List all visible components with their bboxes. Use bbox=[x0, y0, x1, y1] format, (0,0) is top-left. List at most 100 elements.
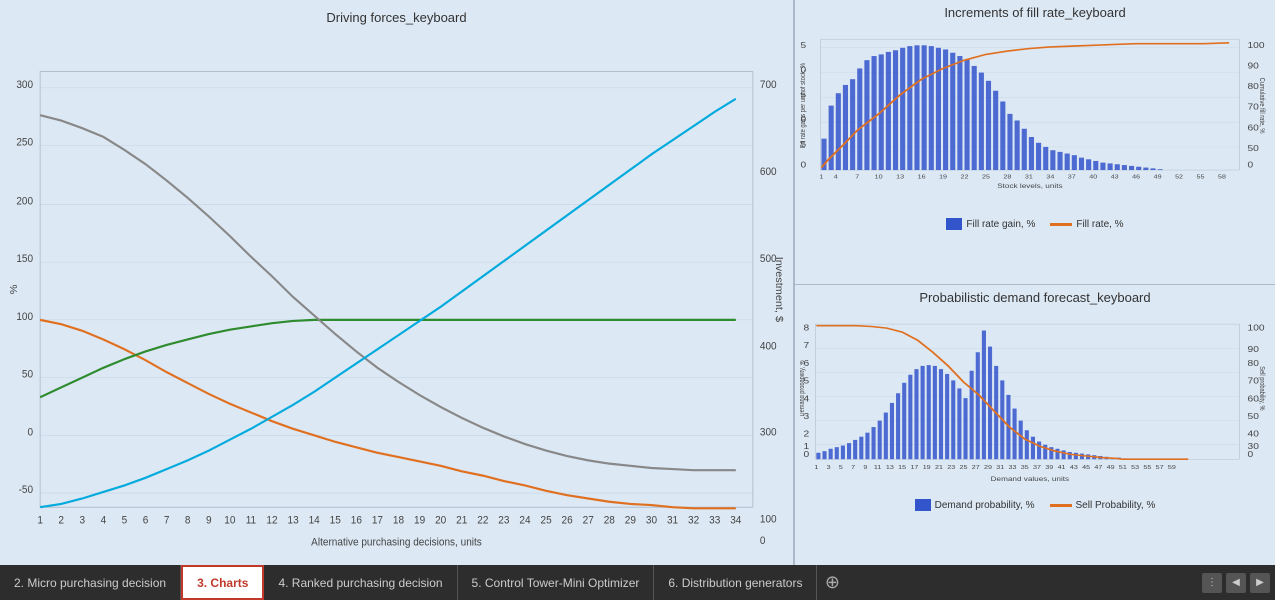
svg-text:0: 0 bbox=[28, 427, 34, 438]
svg-text:7: 7 bbox=[164, 515, 170, 526]
svg-text:50: 50 bbox=[1248, 412, 1259, 421]
tab-charts[interactable]: 3. Charts bbox=[181, 565, 264, 600]
svg-text:Demand values, units: Demand values, units bbox=[991, 475, 1070, 483]
svg-text:33: 33 bbox=[709, 515, 720, 526]
svg-text:5: 5 bbox=[122, 515, 128, 526]
svg-text:2: 2 bbox=[804, 430, 810, 439]
right-bottom-legend: Demand probability, % Sell Probability, … bbox=[800, 499, 1270, 511]
svg-text:31: 31 bbox=[667, 515, 678, 526]
right-top-title: Increments of fill rate_keyboard bbox=[800, 5, 1270, 20]
svg-text:25: 25 bbox=[960, 464, 968, 470]
svg-text:0: 0 bbox=[804, 450, 810, 459]
svg-text:34: 34 bbox=[1046, 174, 1054, 180]
svg-text:23: 23 bbox=[947, 464, 955, 470]
taskbar-next-button[interactable]: ▶ bbox=[1250, 573, 1270, 593]
svg-text:90: 90 bbox=[1248, 345, 1259, 354]
svg-text:16: 16 bbox=[351, 515, 362, 526]
svg-text:37: 37 bbox=[1068, 174, 1076, 180]
svg-text:26: 26 bbox=[562, 515, 573, 526]
svg-text:34: 34 bbox=[730, 515, 741, 526]
svg-text:70: 70 bbox=[1248, 377, 1259, 386]
svg-text:31: 31 bbox=[1025, 174, 1033, 180]
svg-text:2.5: 2.5 bbox=[800, 41, 806, 50]
right-top-legend: Fill rate gain, % Fill rate, % bbox=[800, 218, 1270, 230]
fill-rate-chart: 2.5 2.0 1.5 1.0 0.5 0.0 Fill rate gains … bbox=[800, 23, 1270, 213]
svg-text:1: 1 bbox=[819, 174, 823, 180]
svg-text:12: 12 bbox=[266, 515, 277, 526]
legend-label-fill-rate-cum: Fill rate, % bbox=[1076, 219, 1123, 230]
svg-text:45: 45 bbox=[1082, 464, 1090, 470]
svg-text:50: 50 bbox=[22, 369, 33, 380]
svg-text:57: 57 bbox=[1156, 464, 1164, 470]
svg-text:5: 5 bbox=[839, 464, 843, 470]
svg-text:55: 55 bbox=[1143, 464, 1151, 470]
svg-text:60: 60 bbox=[1248, 394, 1259, 403]
svg-text:0: 0 bbox=[760, 536, 766, 547]
svg-text:37: 37 bbox=[1033, 464, 1041, 470]
svg-text:43: 43 bbox=[1070, 464, 1078, 470]
svg-text:90: 90 bbox=[1248, 61, 1259, 70]
right-bottom-title: Probabilistic demand forecast_keyboard bbox=[800, 290, 1270, 305]
svg-text:7: 7 bbox=[804, 341, 810, 350]
svg-text:4: 4 bbox=[834, 174, 838, 180]
svg-text:47: 47 bbox=[1094, 464, 1102, 470]
svg-text:4: 4 bbox=[101, 515, 107, 526]
svg-text:23: 23 bbox=[498, 515, 509, 526]
svg-text:1: 1 bbox=[37, 515, 43, 526]
svg-text:2: 2 bbox=[58, 515, 64, 526]
svg-text:46: 46 bbox=[1132, 174, 1140, 180]
tab-distribution[interactable]: 6. Distribution generators bbox=[654, 565, 817, 600]
svg-text:150: 150 bbox=[16, 254, 33, 265]
svg-text:250: 250 bbox=[16, 137, 33, 148]
svg-text:39: 39 bbox=[1045, 464, 1053, 470]
tab-ranked[interactable]: 4. Ranked purchasing decision bbox=[264, 565, 457, 600]
svg-text:8: 8 bbox=[804, 324, 810, 333]
svg-text:100: 100 bbox=[1248, 324, 1265, 333]
svg-text:30: 30 bbox=[646, 515, 657, 526]
svg-text:Demand probability, %: Demand probability, % bbox=[800, 360, 806, 416]
tab-control[interactable]: 5. Control Tower-Mini Optimizer bbox=[458, 565, 655, 600]
svg-text:70: 70 bbox=[1248, 103, 1259, 112]
svg-text:Sell probability, %: Sell probability, % bbox=[1258, 366, 1266, 410]
svg-text:17: 17 bbox=[372, 515, 383, 526]
svg-text:18: 18 bbox=[393, 515, 404, 526]
svg-text:3: 3 bbox=[827, 464, 831, 470]
svg-text:60: 60 bbox=[1248, 123, 1259, 132]
svg-text:Fill rate gains per unit of st: Fill rate gains per unit of stock, % bbox=[800, 63, 807, 148]
svg-text:24: 24 bbox=[519, 515, 530, 526]
svg-text:49: 49 bbox=[1107, 464, 1115, 470]
svg-text:9: 9 bbox=[206, 515, 212, 526]
svg-text:20: 20 bbox=[435, 515, 446, 526]
svg-text:400: 400 bbox=[760, 341, 777, 352]
svg-text:13: 13 bbox=[288, 515, 299, 526]
svg-text:49: 49 bbox=[1154, 174, 1162, 180]
right-top-panel: Increments of fill rate_keyboard 2.5 2.0… bbox=[795, 0, 1275, 285]
svg-text:700: 700 bbox=[760, 80, 777, 91]
svg-text:19: 19 bbox=[939, 174, 947, 180]
tab-micro[interactable]: 2. Micro purchasing decision bbox=[0, 565, 181, 600]
svg-text:11: 11 bbox=[874, 464, 882, 470]
taskbar-prev-button[interactable]: ◀ bbox=[1226, 573, 1246, 593]
svg-text:0: 0 bbox=[1248, 450, 1254, 459]
svg-text:9: 9 bbox=[863, 464, 867, 470]
svg-text:40: 40 bbox=[1248, 430, 1259, 439]
legend-demand-prob: Demand probability, % bbox=[915, 499, 1035, 511]
svg-text:13: 13 bbox=[896, 174, 904, 180]
svg-text:Cumulative fill rate, %: Cumulative fill rate, % bbox=[1258, 78, 1266, 134]
svg-text:3: 3 bbox=[80, 515, 86, 526]
svg-text:13: 13 bbox=[886, 464, 894, 470]
svg-text:33: 33 bbox=[1009, 464, 1017, 470]
svg-text:29: 29 bbox=[984, 464, 992, 470]
add-tab-button[interactable]: ⊕ bbox=[817, 565, 847, 600]
legend-label-fill-rate-gain: Fill rate gain, % bbox=[966, 219, 1035, 230]
svg-text:80: 80 bbox=[1248, 359, 1259, 368]
legend-label-sell-prob-right: Sell Probability, % bbox=[1076, 500, 1156, 511]
svg-text:53: 53 bbox=[1131, 464, 1139, 470]
svg-text:21: 21 bbox=[456, 515, 467, 526]
svg-text:10: 10 bbox=[224, 515, 235, 526]
taskbar-menu-button[interactable]: ⋮ bbox=[1202, 573, 1222, 593]
svg-text:300: 300 bbox=[760, 427, 777, 438]
svg-text:%: % bbox=[9, 285, 20, 295]
svg-text:28: 28 bbox=[1003, 174, 1011, 180]
svg-text:25: 25 bbox=[982, 174, 990, 180]
